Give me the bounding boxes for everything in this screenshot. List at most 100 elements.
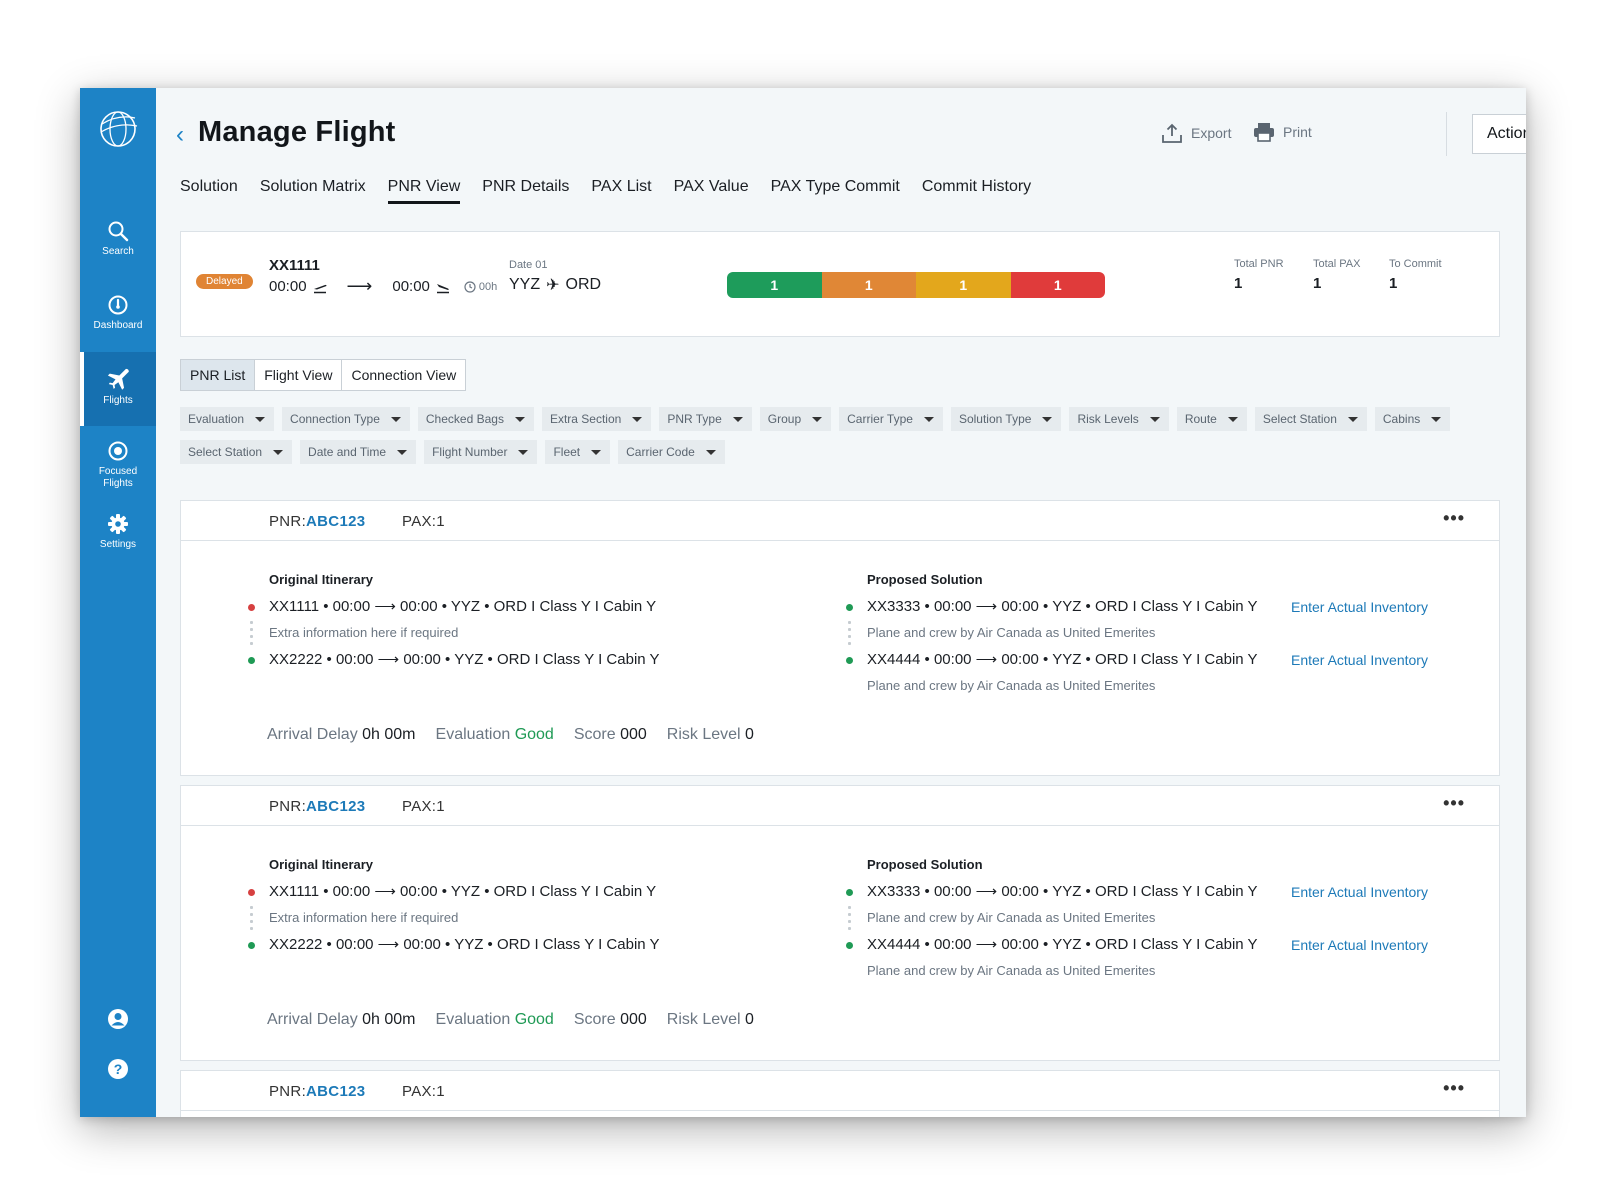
filter-risk-levels[interactable]: Risk Levels <box>1069 407 1169 431</box>
filter-carrier-type[interactable]: Carrier Type <box>839 407 943 431</box>
risk-segment-high[interactable]: 1 <box>1010 272 1105 298</box>
metric-label: Arrival Delay <box>267 1011 358 1028</box>
tab-solution[interactable]: Solution <box>180 178 238 204</box>
export-button[interactable]: Export <box>1161 122 1231 144</box>
leg-info: Plane and crew by Air Canada as United E… <box>848 619 1467 650</box>
pnr-card: PNR:ABC123 PAX:1 ••• <box>180 1070 1500 1117</box>
pnr-metrics: Arrival Delay 0h 00m Evaluation Good Sco… <box>267 1011 754 1029</box>
actions-dropdown[interactable]: Actions <box>1472 114 1526 154</box>
filter-cabins[interactable]: Cabins <box>1374 407 1451 431</box>
enter-actual-inventory-link[interactable]: Enter Actual Inventory <box>1291 882 1428 902</box>
tab-solution-matrix[interactable]: Solution Matrix <box>260 178 366 204</box>
filter-carrier-code[interactable]: Carrier Code <box>618 440 725 464</box>
original-itinerary-title: Original Itinerary <box>269 857 374 872</box>
sidebar-item-focused-flights[interactable]: Focused Flights <box>80 440 156 490</box>
toggle-flight-view[interactable]: Flight View <box>255 360 343 390</box>
dashboard-icon <box>108 295 128 315</box>
risk-segment-low[interactable]: 1 <box>727 272 822 298</box>
pnr-card-header: PNR:ABC123 PAX:1 ••• <box>181 786 1499 826</box>
evaluation-metric: Evaluation Good <box>436 726 554 744</box>
enter-actual-inventory-link[interactable]: Enter Actual Inventory <box>1291 935 1428 955</box>
user-profile-icon[interactable] <box>107 1008 129 1030</box>
more-options-icon[interactable]: ••• <box>1443 793 1465 814</box>
filter-checked-bags[interactable]: Checked Bags <box>417 407 534 431</box>
filter-fleet[interactable]: Fleet <box>545 440 611 464</box>
sidebar-item-search[interactable]: Search <box>80 220 156 258</box>
filter-route[interactable]: Route <box>1176 407 1247 431</box>
status-dot-red <box>248 604 255 611</box>
tab-pnr-details[interactable]: PNR Details <box>482 178 569 204</box>
status-badge: Delayed <box>196 274 253 289</box>
toggle-connection-view[interactable]: Connection View <box>342 360 465 390</box>
back-chevron-icon[interactable]: ‹ <box>176 121 184 149</box>
filter-flight-number[interactable]: Flight Number <box>424 440 538 464</box>
globe-logo-icon[interactable] <box>97 108 139 150</box>
enter-actual-inventory-link[interactable]: Enter Actual Inventory <box>1291 597 1428 617</box>
flight-route: YYZ ✈ ORD <box>509 275 601 295</box>
score-metric: Score 000 <box>574 726 647 744</box>
flight-number: XX1111 <box>269 257 320 274</box>
leg-info: Extra information here if required <box>250 619 660 650</box>
enter-actual-inventory-link[interactable]: Enter Actual Inventory <box>1291 650 1428 670</box>
export-icon <box>1162 123 1182 143</box>
filter-connection-type[interactable]: Connection Type <box>282 407 410 431</box>
original-itinerary: Original Itinerary XX1111 • 00:00 ⟶ 00:0… <box>248 857 660 961</box>
filter-select-station-2[interactable]: Select Station <box>180 440 293 464</box>
filter-evaluation[interactable]: Evaluation <box>180 407 275 431</box>
pnr-card: PNR:ABC123 PAX:1 ••• Original Itinerary … <box>180 500 1500 776</box>
filter-group[interactable]: Group <box>759 407 832 431</box>
proposed-solution: Proposed Solution XX3333 • 00:00 ⟶ 00:00… <box>846 857 1467 988</box>
print-button[interactable]: Print <box>1253 122 1312 142</box>
pnr-card-header: PNR:ABC123 PAX:1 ••• <box>181 501 1499 541</box>
total-pax-stat: Total PAX 1 <box>1313 258 1361 292</box>
status-dot-green <box>846 657 853 664</box>
metric-label: Risk Level <box>666 1011 741 1028</box>
pnr-code[interactable]: ABC123 <box>306 513 365 530</box>
itinerary-leg: XX2222 • 00:00 ⟶ 00:00 • YYZ • ORD I Cla… <box>248 650 660 676</box>
pnr-code[interactable]: ABC123 <box>306 1083 365 1100</box>
filter-pnr-type[interactable]: PNR Type <box>659 407 752 431</box>
status-dot-red <box>248 889 255 896</box>
leg-info: Plane and crew by Air Canada as United E… <box>848 904 1467 935</box>
pnr-id: PNR:ABC123 <box>269 798 365 815</box>
connector-dots <box>848 619 851 647</box>
svg-text:?: ? <box>114 1061 123 1077</box>
filter-solution-type[interactable]: Solution Type <box>950 407 1062 431</box>
connector-dots <box>250 904 253 932</box>
filter-row: Select Station Date and Time Flight Numb… <box>180 440 1510 464</box>
tab-pax-list[interactable]: PAX List <box>591 178 651 204</box>
risk-segment-elevated[interactable]: 1 <box>916 272 1011 298</box>
tab-pax-value[interactable]: PAX Value <box>674 178 749 204</box>
sidebar-item-label: Focused Flights <box>98 466 138 489</box>
toggle-pnr-list[interactable]: PNR List <box>181 360 256 390</box>
view-toggle: PNR List Flight View Connection View <box>180 359 467 391</box>
landing-icon <box>436 283 449 293</box>
tab-commit-history[interactable]: Commit History <box>922 178 1031 204</box>
filter-extra-section[interactable]: Extra Section <box>541 407 652 431</box>
pnr-id: PNR:ABC123 <box>269 1083 365 1100</box>
risk-segment-medium[interactable]: 1 <box>821 272 916 298</box>
solution-leg: XX3333 • 00:00 ⟶ 00:00 • YYZ • ORD I Cla… <box>846 597 1467 623</box>
sidebar-item-label: Search <box>102 246 134 257</box>
sidebar-item-flights[interactable]: Flights <box>80 352 156 426</box>
sidebar-item-label: Settings <box>99 539 137 550</box>
to-commit-stat: To Commit 1 <box>1389 258 1442 292</box>
tab-pax-type-commit[interactable]: PAX Type Commit <box>771 178 900 204</box>
pnr-code[interactable]: ABC123 <box>306 798 365 815</box>
more-options-icon[interactable]: ••• <box>1443 508 1465 529</box>
stat-value: 1 <box>1313 275 1322 292</box>
filter-select-station[interactable]: Select Station <box>1254 407 1367 431</box>
sidebar-item-dashboard[interactable]: Dashboard <box>80 294 156 332</box>
leg-info-text: Plane and crew by Air Canada as United E… <box>867 910 1156 925</box>
itinerary-leg: XX2222 • 00:00 ⟶ 00:00 • YYZ • ORD I Cla… <box>248 935 660 961</box>
page-title: Manage Flight <box>198 116 396 148</box>
pnr-card-header: PNR:ABC123 PAX:1 ••• <box>181 1071 1499 1111</box>
sidebar-item-settings[interactable]: Settings <box>80 513 156 551</box>
filter-date-and-time[interactable]: Date and Time <box>300 440 417 464</box>
help-icon[interactable]: ? <box>107 1058 129 1080</box>
more-options-icon[interactable]: ••• <box>1443 1078 1465 1099</box>
metric-value: 0 <box>745 726 754 743</box>
tab-pnr-view[interactable]: PNR View <box>387 178 460 204</box>
metric-label: Arrival Delay <box>267 726 358 743</box>
solution-leg: XX4444 • 00:00 ⟶ 00:00 • YYZ • ORD I Cla… <box>846 935 1467 961</box>
